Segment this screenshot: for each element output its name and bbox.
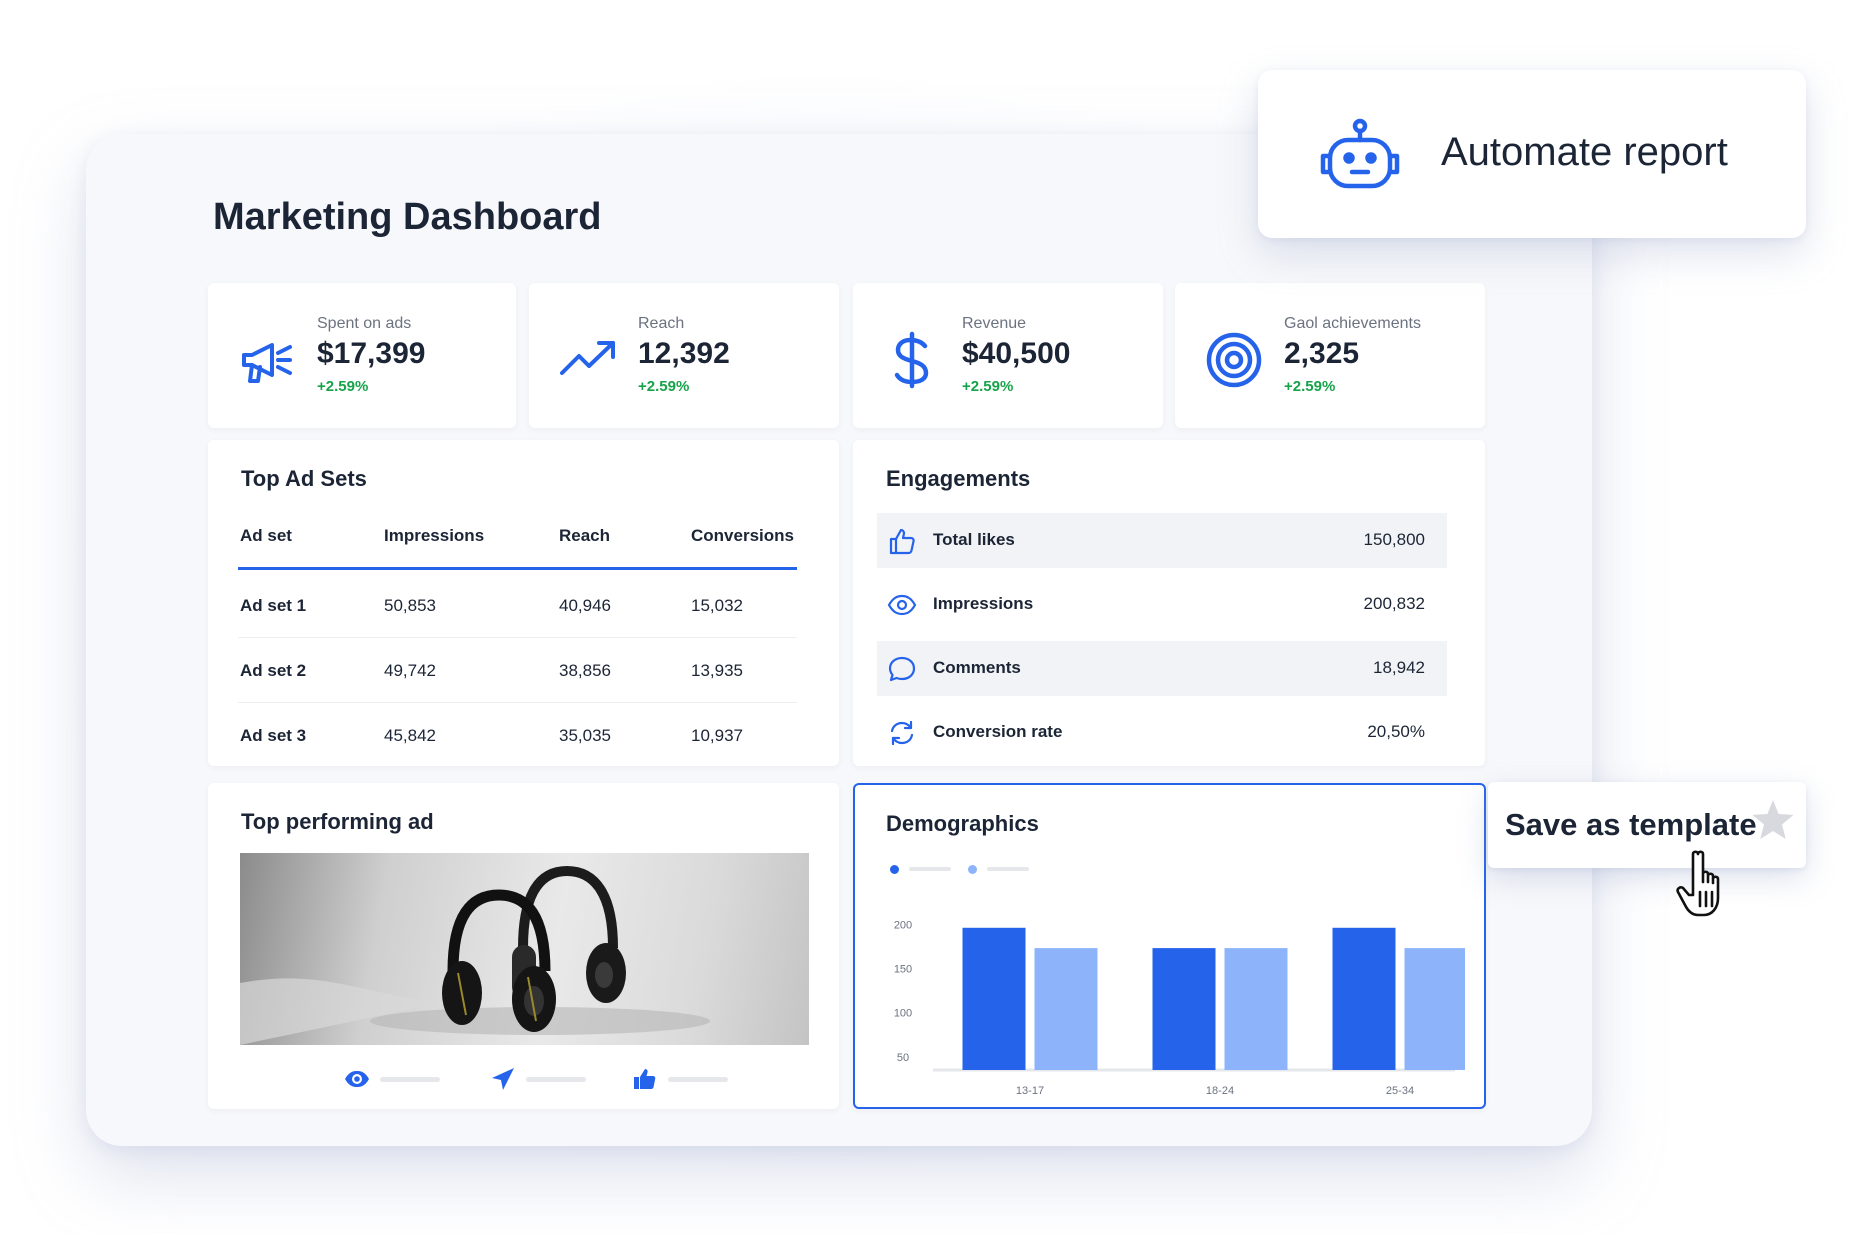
megaphone-icon: [238, 331, 296, 389]
kpi-change: +2.59%: [962, 378, 1014, 395]
card-title: Demographics: [886, 811, 1039, 836]
kpi-label: Revenue: [962, 315, 1027, 332]
hand-pointer-cursor-icon: [1676, 848, 1748, 920]
thumbs-up-icon: [887, 526, 917, 556]
page-title: Marketing Dashboard: [213, 196, 602, 238]
table-cell: Ad set 1: [240, 596, 307, 615]
card-title: Engagements: [886, 466, 1031, 491]
kpi-change: +2.59%: [1284, 378, 1336, 395]
kpi-value: 2,325: [1284, 337, 1360, 370]
target-icon: [1205, 331, 1263, 389]
engagement-row[interactable]: Impressions 200,832: [877, 577, 1447, 632]
ad-image[interactable]: [240, 853, 809, 1045]
kpi-label: Spent on ads: [317, 315, 412, 332]
table-cell: 35,035: [559, 726, 611, 745]
kpi-change: +2.59%: [638, 378, 690, 395]
kpi-card-spent[interactable]: Spent on ads $17,399 +2.59%: [208, 283, 516, 428]
bar-13-17-series-2: [1034, 948, 1098, 1070]
engagement-label: Impressions: [933, 594, 1034, 613]
table-cell: 49,742: [384, 661, 436, 680]
y-tick-label: 150: [894, 963, 912, 975]
bar-18-24-series-2: [1224, 948, 1288, 1070]
automate-report-button[interactable]: Automate report: [1258, 70, 1806, 238]
send-icon: [490, 1067, 516, 1091]
table-cell: 45,842: [384, 726, 436, 745]
legend-placeholder-line: [909, 867, 951, 871]
bar-13-17-series-1: [962, 927, 1026, 1070]
kpi-change: +2.59%: [317, 378, 369, 395]
engagement-row[interactable]: Total likes 150,800: [877, 513, 1447, 568]
save-as-template-label: Save as template: [1505, 807, 1757, 842]
legend-marker-series-2: [968, 865, 977, 874]
engagement-value: 200,832: [1363, 594, 1425, 613]
top-ad-sets-card: Top Ad Sets Ad set Impressions Reach Con…: [208, 440, 839, 766]
demographics-bar-chart: 200 150 100 50 13-17 18-24 25-34: [894, 919, 1465, 1097]
table-row[interactable]: Ad set 2 49,742 38,856 13,935: [238, 638, 797, 703]
trending-up-icon: [559, 331, 617, 389]
like-icon: [632, 1067, 658, 1091]
table-cell: 38,856: [559, 661, 611, 680]
card-title: Top Ad Sets: [241, 466, 367, 491]
y-tick-label: 200: [894, 919, 912, 931]
eye-icon: [344, 1067, 370, 1091]
table-row[interactable]: Ad set 3 45,842 35,035 10,937: [238, 703, 797, 768]
column-header[interactable]: Ad set: [240, 526, 292, 546]
engagements-card: Engagements Total likes 150,800 Impressi…: [853, 440, 1485, 766]
table-cell: 15,032: [691, 596, 743, 615]
refresh-icon: [887, 718, 917, 748]
bar-25-34-series-1: [1332, 927, 1396, 1070]
stat-placeholder-line: [380, 1077, 440, 1082]
column-header[interactable]: Conversions: [691, 526, 794, 546]
table-cell: Ad set 2: [240, 661, 307, 680]
bar-18-24-series-1: [1152, 948, 1216, 1070]
robot-icon: [1318, 118, 1402, 194]
engagement-label: Comments: [933, 658, 1021, 677]
x-tick-label: 25-34: [1386, 1085, 1414, 1097]
save-as-template-button[interactable]: Save as template: [1488, 782, 1806, 868]
comment-icon: [887, 654, 917, 684]
engagement-value: 20,50%: [1367, 722, 1425, 741]
table-cell: 10,937: [691, 726, 743, 745]
table-row[interactable]: Ad set 1 50,853 40,946 15,032: [238, 573, 797, 638]
dollar-icon: [883, 331, 941, 389]
column-header[interactable]: Reach: [559, 526, 610, 546]
card-title: Top performing ad: [241, 809, 434, 834]
stat-placeholder-line: [668, 1077, 728, 1082]
kpi-value: $40,500: [962, 337, 1071, 370]
table-cell: 40,946: [559, 596, 611, 615]
engagement-value: 18,942: [1373, 658, 1425, 677]
table-cell: Ad set 3: [240, 726, 307, 745]
kpi-card-goals[interactable]: Gaol achievements 2,325 +2.59%: [1175, 283, 1485, 428]
y-tick-label: 100: [894, 1008, 912, 1020]
y-tick-label: 50: [897, 1052, 909, 1064]
x-tick-label: 18-24: [1206, 1085, 1234, 1097]
kpi-label: Reach: [638, 315, 685, 332]
kpi-value: 12,392: [638, 337, 730, 370]
kpi-value: $17,399: [317, 337, 426, 370]
x-tick-label: 13-17: [1016, 1085, 1044, 1097]
table-header: Ad set Impressions Reach Conversions: [238, 526, 797, 570]
engagement-label: Conversion rate: [933, 722, 1063, 741]
eye-icon: [887, 590, 917, 620]
kpi-card-revenue[interactable]: Revenue $40,500 +2.59%: [853, 283, 1163, 428]
engagement-value: 150,800: [1363, 530, 1425, 549]
table-cell: 13,935: [691, 661, 743, 680]
column-header[interactable]: Impressions: [384, 526, 484, 546]
stat-placeholder-line: [526, 1077, 586, 1082]
engagement-row[interactable]: Comments 18,942: [877, 641, 1447, 696]
demographics-card[interactable]: Demographics 200 150 100 50 13-17 18-24 25-34: [853, 783, 1486, 1109]
kpi-label: Gaol achievements: [1284, 315, 1421, 332]
table-cell: 50,853: [384, 596, 436, 615]
legend-marker-series-1: [890, 865, 899, 874]
automate-report-label: Automate report: [1441, 130, 1728, 174]
top-ad-card: Top performing ad: [208, 783, 839, 1109]
star-icon[interactable]: [1750, 797, 1796, 843]
engagement-row[interactable]: Conversion rate 20,50%: [877, 705, 1447, 760]
bar-25-34-series-2: [1404, 948, 1465, 1070]
kpi-card-reach[interactable]: Reach 12,392 +2.59%: [529, 283, 839, 428]
legend-placeholder-line: [987, 867, 1029, 871]
engagement-label: Total likes: [933, 530, 1015, 549]
